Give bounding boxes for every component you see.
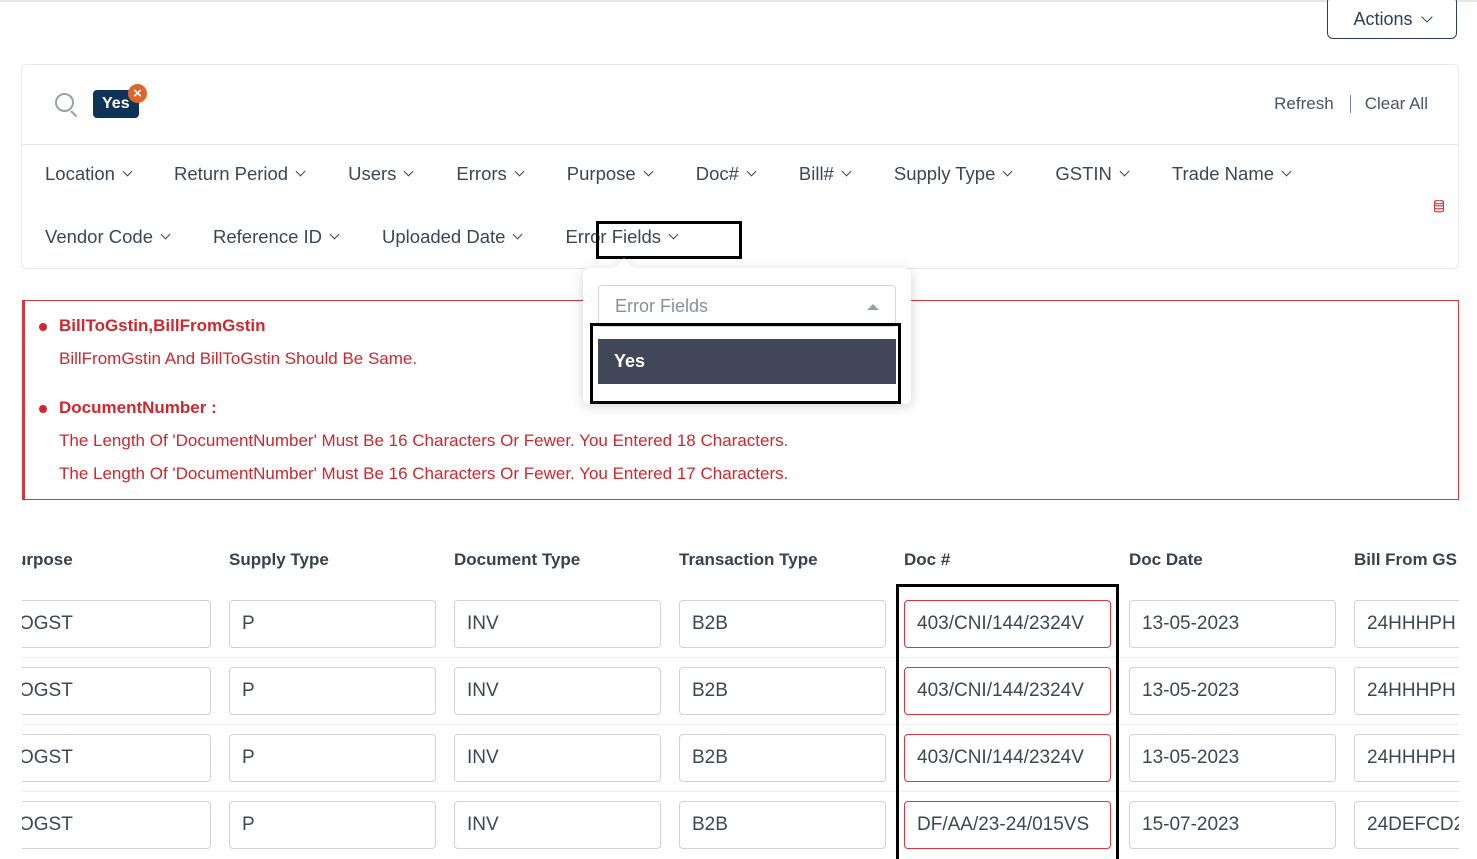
filter-panel: Yes × Refresh Clear All Location Return … — [21, 64, 1459, 269]
cell-doc-date[interactable]: 13-05-2023 — [1129, 600, 1336, 648]
filter-row-1: Location Return Period Users Errors Purp… — [45, 163, 1292, 185]
cell-document-type[interactable]: INV — [454, 667, 661, 715]
refresh-link[interactable]: Refresh — [1274, 94, 1334, 114]
cell-doc-date[interactable]: 15-07-2023 — [1129, 801, 1336, 849]
filter-uploaded-date[interactable]: Uploaded Date — [382, 226, 523, 248]
cell-purpose[interactable]: OGST — [22, 734, 211, 782]
option-highlight — [590, 323, 901, 404]
column-header-supply-type[interactable]: Supply Type — [229, 550, 329, 570]
chevron-down-icon — [329, 229, 340, 240]
row-divider — [22, 724, 1459, 725]
cell-supply-type[interactable]: P — [229, 600, 436, 648]
cell-transaction-type[interactable]: B2B — [679, 801, 886, 849]
filter-gstin[interactable]: GSTIN — [1055, 163, 1130, 185]
filter-vendor-code[interactable]: Vendor Code — [45, 226, 171, 248]
cell-bill-from-gstin[interactable]: 24HHHPH — [1354, 734, 1459, 782]
filter-users[interactable]: Users — [348, 163, 414, 185]
cell-transaction-type[interactable]: B2B — [679, 667, 886, 715]
link-divider — [1349, 95, 1351, 113]
actions-label: Actions — [1353, 9, 1413, 29]
chevron-down-icon — [403, 166, 414, 177]
top-divider — [0, 0, 1477, 2]
database-icon[interactable] — [1434, 200, 1444, 213]
chevron-down-icon — [295, 166, 306, 177]
error-message: BillFromGstin And BillToGstin Should Be … — [59, 349, 418, 368]
filter-label: GSTIN — [1055, 163, 1112, 184]
error-fields-highlight — [596, 221, 742, 259]
select-placeholder: Error Fields — [615, 296, 709, 316]
filter-doc-number[interactable]: Doc# — [695, 163, 757, 185]
chevron-down-icon — [1420, 11, 1433, 23]
cell-doc-date[interactable]: 13-05-2023 — [1129, 734, 1336, 782]
chevron-down-icon — [1119, 166, 1130, 177]
filter-label: Uploaded Date — [382, 226, 506, 247]
cell-supply-type[interactable]: P — [229, 667, 436, 715]
cell-doc-date[interactable]: 13-05-2023 — [1129, 667, 1336, 715]
column-header-doc-number[interactable]: Doc # — [904, 550, 950, 570]
search-icon[interactable] — [55, 93, 74, 112]
chevron-down-icon — [841, 166, 852, 177]
chevron-down-icon — [643, 166, 654, 177]
chevron-down-icon — [1281, 166, 1292, 177]
column-header-transaction-type[interactable]: Transaction Type — [679, 550, 818, 570]
actions-button[interactable]: Actions — [1327, 0, 1457, 39]
filter-reference-id[interactable]: Reference ID — [213, 226, 340, 248]
filter-label: Supply Type — [893, 163, 996, 184]
doc-column-highlight — [896, 584, 1119, 859]
chevron-down-icon — [746, 166, 757, 177]
error-field-name: DocumentNumber : — [39, 398, 217, 417]
column-header-bill-from-gstin[interactable]: Bill From GS — [1354, 550, 1457, 570]
data-table: urpose Supply Type Document Type Transac… — [22, 530, 1459, 849]
cell-document-type[interactable]: INV — [454, 801, 661, 849]
row-divider — [22, 657, 1459, 658]
filter-label: Reference ID — [213, 226, 323, 247]
filter-return-period[interactable]: Return Period — [173, 163, 306, 185]
chevron-down-icon — [1002, 166, 1013, 177]
search-bar: Yes × Refresh Clear All — [22, 65, 1458, 145]
cell-supply-type[interactable]: P — [229, 734, 436, 782]
filter-errors[interactable]: Errors — [456, 163, 525, 185]
error-fields-select[interactable]: Error Fields — [598, 285, 896, 327]
cell-purpose[interactable]: OGST — [22, 801, 211, 849]
cell-transaction-type[interactable]: B2B — [679, 600, 886, 648]
clear-all-link[interactable]: Clear All — [1365, 94, 1428, 114]
column-header-document-type[interactable]: Document Type — [454, 550, 580, 570]
filter-label: Location — [45, 163, 115, 184]
filter-label: Vendor Code — [45, 226, 154, 247]
filter-label: Return Period — [173, 163, 289, 184]
filter-bill-number[interactable]: Bill# — [798, 163, 852, 185]
cell-supply-type[interactable]: P — [229, 801, 436, 849]
cell-document-type[interactable]: INV — [454, 734, 661, 782]
row-divider — [22, 791, 1459, 792]
error-message: The Length Of 'DocumentNumber' Must Be 1… — [59, 464, 789, 483]
filter-label: Trade Name — [1171, 163, 1275, 184]
filter-row-2: Vendor Code Reference ID Uploaded Date E… — [45, 226, 679, 248]
column-header-doc-date[interactable]: Doc Date — [1129, 550, 1203, 570]
cell-document-type[interactable]: INV — [454, 600, 661, 648]
filter-purpose[interactable]: Purpose — [566, 163, 654, 185]
chevron-down-icon — [514, 166, 525, 177]
cell-bill-from-gstin[interactable]: 24HHHPH — [1354, 600, 1459, 648]
error-message: The Length Of 'DocumentNumber' Must Be 1… — [59, 431, 789, 450]
filter-label: Purpose — [566, 163, 636, 184]
chevron-down-icon — [512, 229, 523, 240]
filter-label: Bill# — [798, 163, 834, 184]
filter-location[interactable]: Location — [45, 163, 133, 185]
caret-up-icon — [867, 304, 879, 310]
cell-bill-from-gstin[interactable]: 24HHHPH — [1354, 667, 1459, 715]
filter-label: Errors — [456, 163, 507, 184]
column-header-purpose[interactable]: urpose — [22, 550, 73, 570]
filter-label: Users — [348, 163, 397, 184]
cell-transaction-type[interactable]: B2B — [679, 734, 886, 782]
filter-trade-name[interactable]: Trade Name — [1171, 163, 1292, 185]
cell-purpose[interactable]: OGST — [22, 667, 211, 715]
remove-chip-icon[interactable]: × — [128, 84, 147, 103]
error-field-name: BillToGstin,BillFromGstin — [39, 316, 266, 335]
cell-purpose[interactable]: OGST — [22, 600, 211, 648]
chevron-down-icon — [160, 229, 171, 240]
chevron-down-icon — [122, 166, 133, 177]
cell-bill-from-gstin[interactable]: 24DEFCD2 — [1354, 801, 1459, 849]
filter-label: Doc# — [695, 163, 739, 184]
filter-supply-type[interactable]: Supply Type — [893, 163, 1013, 185]
